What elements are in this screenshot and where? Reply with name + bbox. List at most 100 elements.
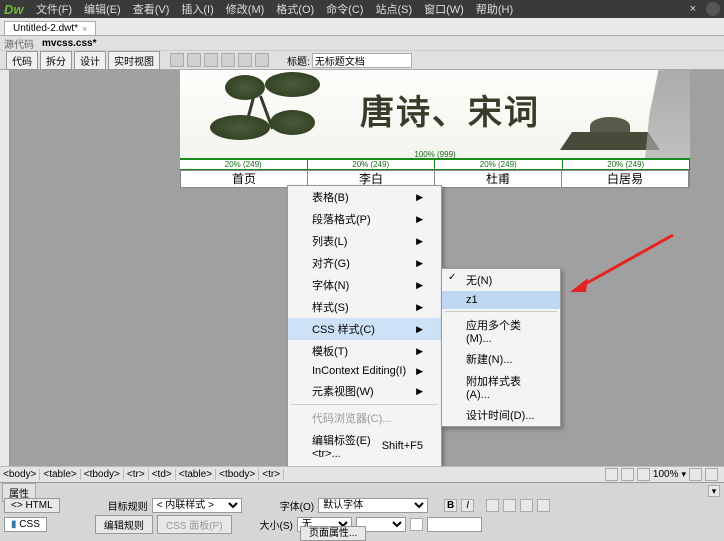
align-right-icon[interactable] bbox=[520, 499, 533, 512]
ruler-segment: 20% (249) bbox=[308, 160, 436, 169]
ctx-align[interactable]: 对齐(G)▶ bbox=[288, 252, 441, 274]
properties-panel: 属性 ▾ <> HTML 目标规则 < 内联样式 > 字体(O) 默认字体 B … bbox=[0, 482, 724, 541]
ctx-templates[interactable]: 模板(T)▶ bbox=[288, 340, 441, 362]
boat-illustration bbox=[560, 110, 660, 150]
html-mode-button[interactable]: <> HTML bbox=[4, 498, 60, 513]
submenu-apply-multiple[interactable]: 应用多个类(M)... bbox=[442, 314, 560, 348]
submenu-none[interactable]: ✓无(N) bbox=[442, 269, 560, 291]
menu-file[interactable]: 文件(F) bbox=[30, 1, 78, 17]
view-split-button[interactable]: 拆分 bbox=[40, 51, 72, 70]
related-file[interactable]: mvcss.css* bbox=[42, 38, 97, 49]
context-menu: 表格(B)▶ 段落格式(P)▶ 列表(L)▶ 对齐(G)▶ 字体(N)▶ 样式(… bbox=[287, 185, 442, 482]
document-tab[interactable]: Untitled-2.dwt* × bbox=[4, 21, 96, 35]
main-menubar: Dw 文件(F) 编辑(E) 查看(V) 插入(I) 修改(M) 格式(O) 命… bbox=[0, 0, 724, 18]
toolbar-icon[interactable] bbox=[187, 53, 201, 67]
close-tab-icon[interactable]: × bbox=[82, 24, 87, 34]
toolbar-icon[interactable] bbox=[255, 53, 269, 67]
menu-insert[interactable]: 插入(I) bbox=[175, 1, 219, 17]
breadcrumb-tag[interactable]: <tr> bbox=[124, 469, 149, 480]
nav-cell-dufu[interactable]: 杜甫 bbox=[435, 171, 562, 187]
align-justify-icon[interactable] bbox=[537, 499, 550, 512]
submenu-arrow-icon: ▶ bbox=[416, 366, 423, 377]
close-icon[interactable]: × bbox=[690, 3, 696, 15]
status-icon[interactable] bbox=[689, 468, 702, 481]
bold-icon[interactable]: B bbox=[444, 499, 457, 512]
page-banner[interactable]: 唐诗、宋词 bbox=[180, 70, 690, 158]
menu-help[interactable]: 帮助(H) bbox=[470, 1, 519, 17]
menu-view[interactable]: 查看(V) bbox=[127, 1, 176, 17]
ctx-css-styles[interactable]: CSS 样式(C)▶ bbox=[288, 318, 441, 340]
ruler-segment: 20% (249) bbox=[563, 160, 691, 169]
toolbar-icon[interactable] bbox=[221, 53, 235, 67]
page-properties-button[interactable]: 页面属性... bbox=[300, 526, 366, 541]
table-width-ruler: 100% (999) 20% (249) 20% (249) 20% (249)… bbox=[180, 158, 690, 170]
breadcrumb-tag[interactable]: <tbody> bbox=[216, 469, 259, 480]
document-tab-label: Untitled-2.dwt* bbox=[13, 23, 78, 34]
view-live-button[interactable]: 实时视图 bbox=[108, 51, 160, 70]
menu-site[interactable]: 站点(S) bbox=[369, 1, 418, 17]
source-code-label[interactable]: 源代码 bbox=[4, 36, 34, 51]
menu-commands[interactable]: 命令(C) bbox=[320, 1, 369, 17]
breadcrumb-tag[interactable]: <body> bbox=[0, 469, 40, 480]
align-center-icon[interactable] bbox=[503, 499, 516, 512]
toolbar-icon[interactable] bbox=[238, 53, 252, 67]
submenu-attach-stylesheet[interactable]: 附加样式表(A)... bbox=[442, 370, 560, 404]
dropdown-icon[interactable]: ▾ bbox=[681, 469, 686, 480]
submenu-z1[interactable]: z1 bbox=[442, 291, 560, 309]
search-icon[interactable] bbox=[706, 2, 720, 16]
submenu-arrow-icon: ▶ bbox=[416, 258, 423, 269]
select-tool-icon[interactable] bbox=[605, 468, 618, 481]
align-left-icon[interactable] bbox=[486, 499, 499, 512]
submenu-design-time[interactable]: 设计时间(D)... bbox=[442, 404, 560, 426]
menu-format[interactable]: 格式(O) bbox=[270, 1, 320, 17]
breadcrumb-tag[interactable]: <tr> bbox=[259, 469, 284, 480]
zoom-tool-icon[interactable] bbox=[637, 468, 650, 481]
zoom-value[interactable]: 100% bbox=[653, 469, 679, 480]
color-input[interactable] bbox=[427, 517, 482, 532]
view-code-button[interactable]: 代码 bbox=[6, 51, 38, 70]
status-icon[interactable] bbox=[705, 468, 718, 481]
ruler-segment: 20% (249) bbox=[180, 160, 308, 169]
toolbar-icon[interactable] bbox=[204, 53, 218, 67]
toolbar-icon[interactable] bbox=[170, 53, 184, 67]
hand-tool-icon[interactable] bbox=[621, 468, 634, 481]
title-input[interactable] bbox=[312, 53, 412, 68]
design-canvas[interactable]: 唐诗、宋词 100% (999) 20% (249) 20% (249) 20%… bbox=[0, 70, 724, 482]
menu-edit[interactable]: 编辑(E) bbox=[78, 1, 127, 17]
submenu-arrow-icon: ▶ bbox=[416, 214, 423, 225]
banner-title: 唐诗、宋词 bbox=[360, 85, 540, 134]
ctx-style[interactable]: 样式(S)▶ bbox=[288, 296, 441, 318]
submenu-arrow-icon: ▶ bbox=[416, 346, 423, 357]
ctx-incontext[interactable]: InContext Editing(I)▶ bbox=[288, 362, 441, 380]
menu-separator bbox=[291, 404, 438, 405]
ctx-paragraph[interactable]: 段落格式(P)▶ bbox=[288, 208, 441, 230]
document-tabs: Untitled-2.dwt* × bbox=[0, 18, 724, 36]
ctx-font[interactable]: 字体(N)▶ bbox=[288, 274, 441, 296]
edit-rule-button[interactable]: 编辑规则 bbox=[95, 515, 153, 534]
css-mode-button[interactable]: ▮ CSS bbox=[4, 517, 47, 532]
breadcrumb-tag[interactable]: <td> bbox=[149, 469, 176, 480]
submenu-new[interactable]: 新建(N)... bbox=[442, 348, 560, 370]
app-logo: Dw bbox=[4, 2, 30, 17]
ctx-edit-tag[interactable]: 编辑标签(E) <tr>...Shift+F5 bbox=[288, 429, 441, 463]
submenu-arrow-icon: ▶ bbox=[416, 280, 423, 291]
view-design-button[interactable]: 设计 bbox=[74, 51, 106, 70]
title-label: 标题: bbox=[279, 53, 310, 68]
submenu-arrow-icon: ▶ bbox=[416, 192, 423, 203]
nav-cell-baijuyi[interactable]: 白居易 bbox=[562, 171, 689, 187]
breadcrumb-tag[interactable]: <table> bbox=[176, 469, 216, 480]
target-rule-select[interactable]: < 内联样式 > bbox=[152, 498, 242, 513]
breadcrumb-tag[interactable]: <table> bbox=[40, 469, 80, 480]
italic-icon[interactable]: I bbox=[461, 499, 474, 512]
color-swatch[interactable] bbox=[410, 518, 423, 531]
ctx-element-view[interactable]: 元素视图(W)▶ bbox=[288, 380, 441, 402]
font-select[interactable]: 默认字体 bbox=[318, 498, 428, 513]
ruler-main-label: 100% (999) bbox=[414, 150, 455, 159]
menu-window[interactable]: 窗口(W) bbox=[418, 1, 470, 17]
breadcrumb-tag[interactable]: <tbody> bbox=[81, 469, 124, 480]
menu-modify[interactable]: 修改(M) bbox=[220, 1, 271, 17]
ctx-table[interactable]: 表格(B)▶ bbox=[288, 186, 441, 208]
collapse-button[interactable]: ▾ bbox=[708, 485, 720, 497]
tag-breadcrumb: <body> <table> <tbody> <tr> <td> <table>… bbox=[0, 466, 724, 482]
ctx-list[interactable]: 列表(L)▶ bbox=[288, 230, 441, 252]
